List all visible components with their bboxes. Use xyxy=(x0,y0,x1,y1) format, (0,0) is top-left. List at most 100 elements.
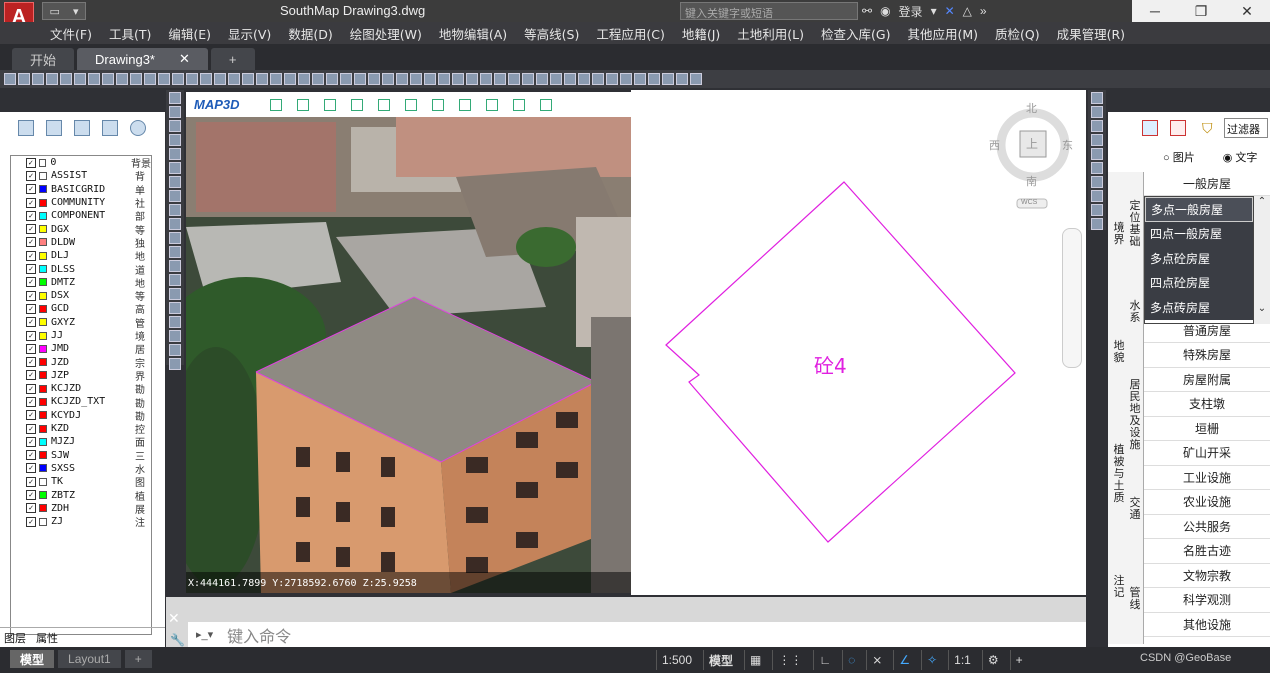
toolbar-tool-icon[interactable] xyxy=(592,73,604,85)
layer-visibility-checkbox[interactable]: ✓ xyxy=(26,410,36,421)
tab-start[interactable]: 开始 xyxy=(12,48,75,70)
toolbar-tool-icon[interactable] xyxy=(536,73,548,85)
toolbar-tool-icon[interactable] xyxy=(326,73,338,85)
side-tool-icon[interactable] xyxy=(169,134,181,146)
menu-tools[interactable]: 工具(T) xyxy=(109,24,151,43)
side-tool-icon[interactable] xyxy=(1091,218,1103,230)
login-dropdown-icon[interactable]: ▾ xyxy=(931,4,937,18)
compass-south[interactable]: 南 xyxy=(1026,173,1037,189)
toolbar-tool-icon[interactable] xyxy=(214,73,226,85)
layer-row[interactable]: ✓ ASSIST 背 xyxy=(11,169,151,183)
side-tool-icon[interactable] xyxy=(169,162,181,174)
category-vegetation[interactable]: 植被与土质 xyxy=(1111,444,1127,504)
dropdown-option[interactable]: 四点砼房屋 xyxy=(1145,270,1253,295)
category-landform[interactable]: 地貌 xyxy=(1111,340,1127,364)
layer-visibility-checkbox[interactable]: ✓ xyxy=(26,303,36,314)
toolbar-tool-icon[interactable] xyxy=(32,73,44,85)
layer-visibility-checkbox[interactable]: ✓ xyxy=(26,357,36,368)
layer-visibility-checkbox[interactable]: ✓ xyxy=(26,383,36,394)
toolbar-tool-icon[interactable] xyxy=(312,73,324,85)
toolbar-tool-icon[interactable] xyxy=(606,73,618,85)
plus-icon[interactable]: + xyxy=(1009,650,1028,670)
side-tool-icon[interactable] xyxy=(169,288,181,300)
toolbar-tool-icon[interactable] xyxy=(270,73,282,85)
gear-icon[interactable]: ⚙ xyxy=(981,650,1004,670)
user-icon[interactable]: ◉ xyxy=(880,4,890,18)
layer-row[interactable]: ✓ DGX 等 xyxy=(11,222,151,237)
map3d-tool-icon[interactable] xyxy=(296,98,309,111)
annotation-icon[interactable]: ✧ xyxy=(921,650,942,670)
toolbar-tool-icon[interactable] xyxy=(284,73,296,85)
toolbar-tool-icon[interactable] xyxy=(200,73,212,85)
layer-visibility-checkbox[interactable]: ✓ xyxy=(26,250,36,261)
side-tool-icon[interactable] xyxy=(169,344,181,356)
layer-image-icon[interactable] xyxy=(74,120,90,136)
layer-row[interactable]: ✓ KCJZD_TXT 勘 xyxy=(11,395,151,410)
side-tool-icon[interactable] xyxy=(1091,176,1103,188)
dropdown-option[interactable]: 多点一般房屋 xyxy=(1145,197,1253,222)
menu-cadastre[interactable]: 地籍(J) xyxy=(682,24,720,43)
side-tool-icon[interactable] xyxy=(169,218,181,230)
layer-list-icon[interactable] xyxy=(102,120,118,136)
toolbar-tool-icon[interactable] xyxy=(466,73,478,85)
toolbar-tool-icon[interactable] xyxy=(18,73,30,85)
layer-visibility-checkbox[interactable]: ✓ xyxy=(26,516,36,527)
symbol-item[interactable]: 工业设施 xyxy=(1144,466,1270,490)
tab-properties[interactable]: 属性 xyxy=(36,630,58,646)
filter-icon[interactable]: ⛉ xyxy=(1202,120,1218,136)
menu-edit[interactable]: 编辑(E) xyxy=(168,24,211,43)
layer-row[interactable]: ✓ DMTZ 地 xyxy=(11,276,151,290)
snap-icon[interactable]: ⋮⋮ xyxy=(772,650,807,670)
toolbar-tool-icon[interactable] xyxy=(4,73,16,85)
dropdown-option[interactable]: 多点砼房屋 xyxy=(1145,246,1253,271)
layer-row[interactable]: ✓ KCJZD 勘 xyxy=(11,382,151,396)
side-tool-icon[interactable] xyxy=(169,302,181,314)
minimize-button[interactable]: ─ xyxy=(1132,0,1178,22)
toolbar-tool-icon[interactable] xyxy=(74,73,86,85)
layer-row[interactable]: ✓ JJ 境 xyxy=(11,329,151,343)
layer-row[interactable]: ✓ KZD 控 xyxy=(11,422,151,436)
category-boundary[interactable]: 境界 xyxy=(1111,222,1127,246)
layer-visibility-checkbox[interactable]: ✓ xyxy=(26,170,36,181)
toolbar-tool-icon[interactable] xyxy=(648,73,660,85)
new-layer-icon[interactable] xyxy=(18,120,34,136)
layer-visibility-checkbox[interactable]: ✓ xyxy=(26,264,36,275)
radio-text[interactable]: ◉ 文字 xyxy=(1223,149,1258,165)
side-tool-icon[interactable] xyxy=(169,274,181,286)
dropdown-scrollbar[interactable]: ⌃ ⌄ xyxy=(1254,196,1270,324)
tab-model[interactable]: 模型 xyxy=(10,650,55,668)
layer-row[interactable]: ✓ KCYDJ 勘 xyxy=(11,409,151,423)
menu-draw[interactable]: 绘图处理(W) xyxy=(350,24,422,43)
toolbar-tool-icon[interactable] xyxy=(452,73,464,85)
overflow-icon[interactable]: » xyxy=(980,4,987,18)
layer-row[interactable]: ✓ TK 图 xyxy=(11,475,151,489)
layer-row[interactable]: ✓ DLDW 独 xyxy=(11,236,151,250)
prompt-icon[interactable]: ▸_▾ xyxy=(196,628,213,641)
grid-icon[interactable]: ▦ xyxy=(744,650,766,670)
layer-visibility-checkbox[interactable]: ✓ xyxy=(26,184,36,195)
layer-visibility-checkbox[interactable]: ✓ xyxy=(26,277,36,288)
add-layout-button[interactable]: + xyxy=(124,650,152,668)
toolbar-tool-icon[interactable] xyxy=(676,73,688,85)
viewcube-face-top[interactable]: 上 xyxy=(1026,135,1038,152)
layer-visibility-checkbox[interactable]: ✓ xyxy=(26,210,36,221)
radio-image[interactable]: ○ 图片 xyxy=(1163,149,1195,165)
layer-row[interactable]: ✓ DLJ 地 xyxy=(11,249,151,263)
compass-west[interactable]: 西 xyxy=(989,137,1000,153)
layer-row[interactable]: ✓ GCD 高 xyxy=(11,302,151,316)
toolbar-tool-icon[interactable] xyxy=(564,73,576,85)
qat-dropdown-icon[interactable]: ▾ xyxy=(73,5,79,18)
layer-row[interactable]: ✓ SJW 三 xyxy=(11,449,151,463)
layer-visibility-checkbox[interactable]: ✓ xyxy=(26,330,36,341)
folder-icon[interactable]: ▭ xyxy=(50,5,60,18)
toolbar-tool-icon[interactable] xyxy=(508,73,520,85)
close-icon[interactable]: ✕ xyxy=(179,51,190,67)
a360-icon[interactable]: △ xyxy=(963,4,972,18)
map3d-tool-icon[interactable] xyxy=(512,98,525,111)
side-tool-icon[interactable] xyxy=(169,358,181,370)
menu-view[interactable]: 显示(V) xyxy=(228,24,271,43)
annotation-scale[interactable]: 1:1 xyxy=(948,650,976,670)
command-input[interactable]: ▸_▾ 键入命令 xyxy=(188,622,1086,647)
toolbar-tool-icon[interactable] xyxy=(494,73,506,85)
toolbar-tool-icon[interactable] xyxy=(298,73,310,85)
